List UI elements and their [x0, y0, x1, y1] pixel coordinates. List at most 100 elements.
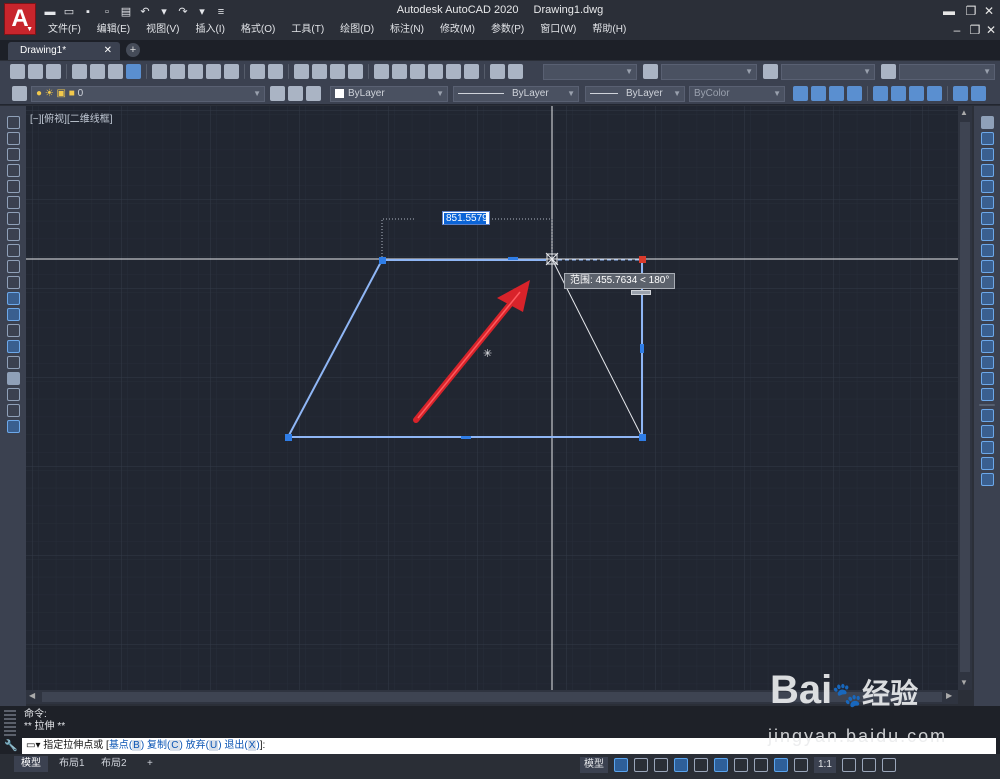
- dynamic-input-field[interactable]: 851.5579: [442, 211, 490, 225]
- 3d-dwf-icon[interactable]: [126, 64, 141, 79]
- annotation-scale[interactable]: 1:1: [814, 757, 836, 773]
- cut-icon[interactable]: [152, 64, 167, 79]
- send-to-back-icon[interactable]: [980, 441, 994, 454]
- menu-modify[interactable]: 修改(M): [432, 22, 483, 38]
- add-layout-button[interactable]: +: [140, 756, 160, 772]
- multiline-text-icon[interactable]: [6, 404, 20, 417]
- ellipse-icon[interactable]: [6, 260, 20, 273]
- calculator-icon[interactable]: [464, 64, 479, 79]
- block-editor-icon[interactable]: [224, 64, 239, 79]
- command-window-grip[interactable]: [4, 710, 16, 736]
- polar-tracking-icon[interactable]: [674, 758, 688, 772]
- properties-icon[interactable]: [374, 64, 389, 79]
- multileader-style-combo[interactable]: ▼: [899, 64, 995, 80]
- zoom-realtime-icon[interactable]: [312, 64, 327, 79]
- menu-tools[interactable]: 工具(T): [283, 22, 332, 38]
- hatch-icon[interactable]: [6, 340, 20, 353]
- arc-length-icon[interactable]: [829, 86, 844, 101]
- customize-icon[interactable]: [881, 758, 896, 772]
- annotation-visibility-icon[interactable]: [774, 758, 788, 772]
- ortho-icon[interactable]: [654, 758, 668, 772]
- angular-icon[interactable]: [927, 86, 942, 101]
- line-icon[interactable]: [6, 116, 20, 129]
- menu-view[interactable]: 视图(V): [138, 22, 187, 38]
- midpoint-grip[interactable]: [508, 257, 518, 260]
- menu-file[interactable]: 文件(F): [40, 22, 89, 38]
- layer-states-icon[interactable]: [306, 86, 321, 101]
- radius-icon[interactable]: [873, 86, 888, 101]
- object-snap-tracking-icon[interactable]: [714, 758, 728, 772]
- pan-icon[interactable]: [294, 64, 309, 79]
- jogged-icon[interactable]: [891, 86, 906, 101]
- hot-grip[interactable]: [639, 256, 646, 263]
- isodraft-icon[interactable]: [694, 758, 708, 772]
- option-exit[interactable]: 退出(X): [224, 740, 260, 751]
- close-icon[interactable]: ✕: [104, 42, 112, 60]
- blend-curves-icon[interactable]: [980, 372, 994, 385]
- menu-dimension[interactable]: 标注(N): [382, 22, 432, 38]
- model-space-button[interactable]: 模型: [580, 757, 608, 773]
- move-icon[interactable]: [980, 196, 994, 209]
- dimension-style-icon[interactable]: [643, 64, 658, 79]
- fillet-icon[interactable]: [980, 356, 994, 369]
- multileader-style-icon[interactable]: [881, 64, 896, 79]
- vertical-scrollbar[interactable]: ▲ ▼: [958, 106, 972, 690]
- option-copy[interactable]: 复制(C): [147, 740, 183, 751]
- array-icon[interactable]: [980, 180, 994, 193]
- construction-line-icon[interactable]: [6, 132, 20, 145]
- plus-icon[interactable]: [861, 758, 876, 772]
- menu-draw[interactable]: 绘图(D): [332, 22, 382, 38]
- option-undo[interactable]: 放弃(U): [186, 740, 222, 751]
- baseline-icon[interactable]: [971, 86, 986, 101]
- tab-layout1[interactable]: 布局1: [52, 756, 92, 772]
- midpoint-grip[interactable]: [640, 344, 644, 353]
- scale-icon[interactable]: [980, 228, 994, 241]
- zoom-previous-icon[interactable]: [348, 64, 363, 79]
- menu-insert[interactable]: 插入(I): [187, 22, 232, 38]
- wrench-icon[interactable]: 🔧: [4, 739, 18, 752]
- new-tab-button[interactable]: +: [126, 43, 140, 57]
- option-base-point[interactable]: 基点(B): [109, 740, 144, 751]
- explode-icon[interactable]: [980, 388, 994, 401]
- gear-icon[interactable]: [841, 758, 856, 772]
- zoom-window-icon[interactable]: [330, 64, 345, 79]
- layer-previous-icon[interactable]: [288, 86, 303, 101]
- redo-icon[interactable]: [268, 64, 283, 79]
- table-style-icon[interactable]: [763, 64, 778, 79]
- paste-icon[interactable]: [188, 64, 203, 79]
- vertical-scroll-thumb[interactable]: [960, 122, 970, 672]
- design-center-icon[interactable]: [392, 64, 407, 79]
- menu-format[interactable]: 格式(O): [233, 22, 283, 38]
- sheet-set-icon[interactable]: [428, 64, 443, 79]
- plot-icon[interactable]: [72, 64, 87, 79]
- copy-icon[interactable]: [170, 64, 185, 79]
- open-icon[interactable]: [28, 64, 43, 79]
- close-button[interactable]: ✕: [978, 2, 1000, 20]
- layer-properties-icon[interactable]: [12, 86, 27, 101]
- midpoint-grip[interactable]: [461, 436, 471, 439]
- chamfer-icon[interactable]: [980, 340, 994, 353]
- gradient-icon[interactable]: [6, 356, 20, 369]
- snap-icon[interactable]: [634, 758, 648, 772]
- tab-model[interactable]: 模型: [14, 756, 48, 772]
- lineweight-icon[interactable]: [754, 758, 768, 772]
- offset-icon[interactable]: [980, 164, 994, 177]
- ellipse-arc-icon[interactable]: [6, 276, 20, 289]
- draw-order-icon[interactable]: [980, 409, 994, 422]
- scroll-up-icon[interactable]: ▲: [960, 108, 968, 117]
- join-icon[interactable]: [980, 324, 994, 337]
- menu-help[interactable]: 帮助(H): [584, 22, 634, 38]
- grid-icon[interactable]: [614, 758, 628, 772]
- plotstyle-combo[interactable]: ByColor ▼: [689, 86, 785, 102]
- lineweight-combo[interactable]: ByLayer ▼: [585, 86, 685, 102]
- erase-icon[interactable]: [980, 116, 994, 129]
- rectangle-icon[interactable]: [6, 180, 20, 193]
- add-selected-icon[interactable]: [6, 420, 20, 433]
- menu-window[interactable]: 窗口(W): [532, 22, 584, 38]
- scroll-right-icon[interactable]: ▶: [946, 691, 952, 700]
- dimension-style-combo[interactable]: ▼: [661, 64, 757, 80]
- ordinate-icon[interactable]: [847, 86, 862, 101]
- scroll-left-icon[interactable]: ◀: [29, 691, 35, 700]
- layer-combo[interactable]: ● ☀ ▣ ■ 0 ▼: [31, 86, 265, 102]
- mirror-icon[interactable]: [980, 148, 994, 161]
